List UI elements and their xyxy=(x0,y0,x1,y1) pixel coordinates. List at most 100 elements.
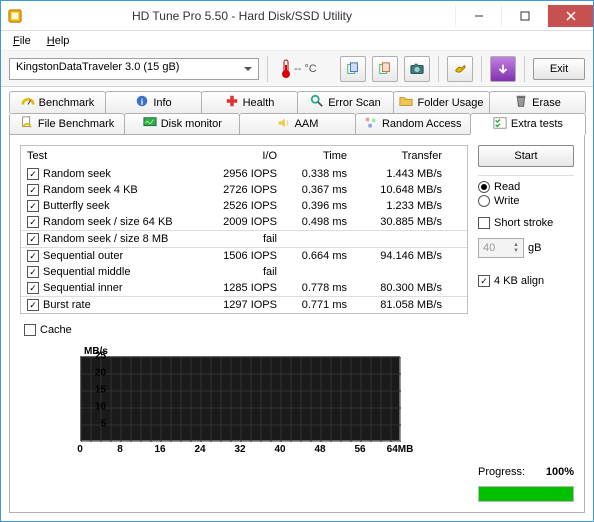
tab-extra-tests[interactable]: Extra tests xyxy=(470,113,586,135)
row-checkbox[interactable] xyxy=(27,216,39,228)
temperature-value: -- °C xyxy=(294,63,317,75)
chart-xtick: 16 xyxy=(154,444,165,455)
chart-xtick: 24 xyxy=(194,444,205,455)
cache-label: Cache xyxy=(40,324,72,336)
start-button[interactable]: Start xyxy=(478,145,574,167)
tab-error-scan[interactable]: Error Scan xyxy=(297,91,394,113)
mode-group: Read Write xyxy=(478,175,574,208)
options-button[interactable] xyxy=(447,56,473,82)
tab-health[interactable]: Health xyxy=(201,91,298,113)
menubar: File Help xyxy=(1,31,593,51)
folder-icon xyxy=(399,94,413,111)
tab-aam[interactable]: AAM xyxy=(239,113,355,135)
table-row: Butterfly seek2526 IOPS0.396 ms1.233 MB/… xyxy=(21,198,467,214)
row-checkbox[interactable] xyxy=(27,233,39,245)
io-value: 2726 IOPS xyxy=(202,184,277,196)
table-row: Sequential outer1506 IOPS0.664 ms94.146 … xyxy=(21,247,467,264)
exit-button[interactable]: Exit xyxy=(533,58,585,80)
io-value: 2956 IOPS xyxy=(202,168,277,180)
window-title: HD Tune Pro 5.50 - Hard Disk/SSD Utility xyxy=(29,9,455,23)
cache-checkbox[interactable] xyxy=(24,324,36,336)
col-transfer: Transfer xyxy=(347,150,442,162)
chart-xtick: 0 xyxy=(77,444,83,455)
chart-ytick: 5 xyxy=(100,419,106,430)
tab-folder-usage[interactable]: Folder Usage xyxy=(393,91,490,113)
tab-benchmark[interactable]: Benchmark xyxy=(9,91,106,113)
tab-random-access[interactable]: Random Access xyxy=(355,113,471,135)
cache-option[interactable]: Cache xyxy=(20,324,468,336)
save-button[interactable] xyxy=(490,56,516,82)
table-row: Random seek2956 IOPS0.338 ms1.443 MB/s xyxy=(21,166,467,182)
info-icon: i xyxy=(135,94,149,111)
right-panel: Start Read Write Short stroke 40▲▼ gB 4 … xyxy=(478,145,574,502)
chart-ytick: 25 xyxy=(95,351,106,362)
time-value: 0.664 ms xyxy=(277,250,347,262)
separator xyxy=(524,56,525,82)
short-stroke-value: 40▲▼ gB xyxy=(478,238,574,258)
time-value: 0.771 ms xyxy=(277,299,347,311)
time-value: 0.338 ms xyxy=(277,168,347,180)
tab-erase[interactable]: Erase xyxy=(489,91,586,113)
checkbox-icon xyxy=(478,217,490,229)
test-name: Sequential middle xyxy=(43,266,130,278)
transfer-value: 80.300 MB/s xyxy=(347,282,442,294)
col-io: I/O xyxy=(202,150,277,162)
app-window: HD Tune Pro 5.50 - Hard Disk/SSD Utility… xyxy=(0,0,594,522)
time-value: 0.498 ms xyxy=(277,216,347,228)
drive-selector-value: KingstonDataTraveler 3.0 (15 gB) xyxy=(16,61,179,73)
row-checkbox[interactable] xyxy=(27,250,39,262)
separator xyxy=(438,56,439,82)
tab-info[interactable]: iInfo xyxy=(105,91,202,113)
transfer-value: 81.058 MB/s xyxy=(347,299,442,311)
transfer-value: 1.443 MB/s xyxy=(347,168,442,180)
stroke-unit: gB xyxy=(528,242,541,254)
short-stroke-check[interactable]: Short stroke xyxy=(478,216,574,230)
checkbox-icon xyxy=(478,275,490,287)
row-checkbox[interactable] xyxy=(27,266,39,278)
io-value: 1285 IOPS xyxy=(202,282,277,294)
row-checkbox[interactable] xyxy=(27,282,39,294)
table-row: Sequential inner1285 IOPS0.778 ms80.300 … xyxy=(21,280,467,296)
file-gauge-icon xyxy=(20,116,34,133)
radio-icon xyxy=(478,181,490,193)
transfer-value: 94.146 MB/s xyxy=(347,250,442,262)
io-value: fail xyxy=(202,233,277,245)
test-name: Random seek 4 KB xyxy=(43,184,138,196)
tab-row-2: File Benchmark Disk monitor AAM Random A… xyxy=(9,113,585,135)
align-check[interactable]: 4 KB align xyxy=(478,274,574,288)
temperature-display: -- °C xyxy=(276,59,321,79)
write-radio[interactable]: Write xyxy=(478,194,574,208)
row-checkbox[interactable] xyxy=(27,200,39,212)
io-value: 1297 IOPS xyxy=(202,299,277,311)
chart-ytick: 10 xyxy=(95,402,106,413)
copy-info-button[interactable] xyxy=(340,56,366,82)
row-checkbox[interactable] xyxy=(27,184,39,196)
gauge-icon xyxy=(21,94,35,111)
screenshot-button[interactable] xyxy=(404,56,430,82)
copy-screenshot-button[interactable] xyxy=(372,56,398,82)
table-row: Burst rate1297 IOPS0.771 ms81.058 MB/s xyxy=(21,296,467,313)
io-value: 1506 IOPS xyxy=(202,250,277,262)
menu-help[interactable]: Help xyxy=(41,34,76,48)
row-checkbox[interactable] xyxy=(27,299,39,311)
speaker-icon xyxy=(277,116,291,133)
spinner-buttons[interactable]: ▲▼ xyxy=(513,242,519,254)
chart-xtick: 32 xyxy=(234,444,245,455)
chart-xtick: 40 xyxy=(274,444,285,455)
close-button[interactable] xyxy=(547,5,593,27)
maximize-button[interactable] xyxy=(501,5,547,27)
io-value: fail xyxy=(202,266,277,278)
chart-xtick: 48 xyxy=(314,444,325,455)
stroke-spinner[interactable]: 40▲▼ xyxy=(478,238,524,258)
menu-file[interactable]: File xyxy=(7,34,37,48)
checklist-icon xyxy=(493,116,507,133)
separator xyxy=(267,56,268,82)
test-name: Sequential inner xyxy=(43,282,123,294)
tab-disk-monitor[interactable]: Disk monitor xyxy=(124,113,240,135)
chart-xtick: 64MB xyxy=(387,444,414,455)
tab-file-benchmark[interactable]: File Benchmark xyxy=(9,113,125,135)
minimize-button[interactable] xyxy=(455,5,501,27)
drive-selector[interactable]: KingstonDataTraveler 3.0 (15 gB) xyxy=(9,58,259,80)
read-radio[interactable]: Read xyxy=(478,180,574,194)
row-checkbox[interactable] xyxy=(27,168,39,180)
